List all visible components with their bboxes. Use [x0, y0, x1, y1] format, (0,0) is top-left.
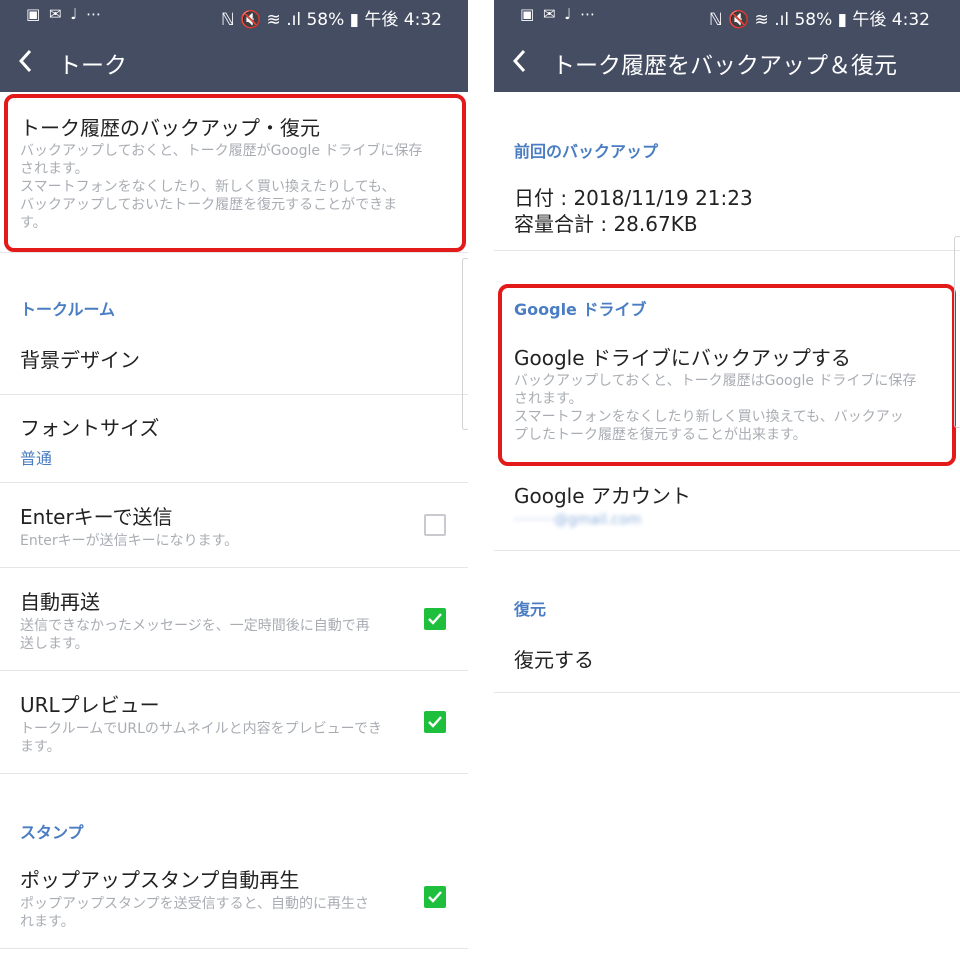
auto-resend-checkbox[interactable]	[424, 608, 446, 630]
section-restore: 復元	[514, 600, 547, 619]
url-preview-label: URLプレビュー	[20, 693, 160, 717]
popup-stamp-item[interactable]: ポップアップスタンプ自動再生 ポップアップスタンプを送受信すると、自動的に再生さ…	[0, 846, 468, 949]
font-size-value: 普通	[20, 449, 53, 468]
background-design-label: 背景デザイン	[20, 348, 140, 372]
font-size-item[interactable]: フォントサイズ 普通	[0, 395, 468, 483]
popup-stamp-label: ポップアップスタンプ自動再生	[20, 868, 300, 892]
restore-label: 復元する	[514, 648, 594, 672]
scroll-indicator	[462, 258, 468, 430]
popup-stamp-desc: ポップアップスタンプを送受信すると、自動的に再生さ れます。	[20, 896, 370, 930]
app-bar: トーク	[0, 32, 468, 92]
auto-resend-label: 自動再送	[20, 590, 100, 614]
url-preview-checkbox[interactable]	[424, 711, 446, 733]
font-size-label: フォントサイズ	[20, 416, 160, 440]
back-arrow-icon[interactable]	[14, 46, 40, 76]
google-account-label: Google アカウント	[514, 484, 691, 508]
google-account-email: ·········@gmail.com	[514, 512, 642, 528]
notification-icons: ▣ ✉ ♩ ⋯	[520, 5, 598, 23]
page-title: トーク	[58, 53, 127, 79]
enter-send-desc: Enterキーが送信キーになります。	[20, 533, 239, 549]
check-icon	[428, 891, 442, 903]
talk-settings-screen: ▣ ✉ ♩ ⋯ ℕ 🔇 ≋ .ıl 58% ▮ 午後 4:32 トーク トーク履…	[0, 0, 468, 960]
page-title: トーク履歴をバックアップ＆復元	[552, 53, 897, 79]
highlight-box	[4, 94, 466, 252]
last-backup-info: 日付 : 2018/11/19 21:23 容量合計 : 28.67KB	[494, 170, 960, 251]
popup-stamp-checkbox[interactable]	[424, 886, 446, 908]
section-talkroom: トークルーム	[20, 300, 116, 319]
enter-send-checkbox[interactable]	[424, 514, 446, 536]
check-icon	[428, 716, 442, 728]
backup-date: 日付 : 2018/11/19 21:23	[514, 186, 753, 210]
status-bar: ▣ ✉ ♩ ⋯ ℕ 🔇 ≋ .ıl 58% ▮ 午後 4:32	[494, 0, 960, 32]
status-right: ℕ 🔇 ≋ .ıl 58% ▮ 午後 4:32	[220, 10, 442, 30]
section-last-backup: 前回のバックアップ	[514, 142, 659, 161]
notification-icons: ▣ ✉ ♩ ⋯	[26, 5, 104, 23]
restore-item[interactable]: 復元する	[494, 626, 960, 693]
enter-send-item[interactable]: Enterキーで送信 Enterキーが送信キーになります。	[0, 483, 468, 568]
url-preview-desc: トークルームでURLのサムネイルと内容をプレビューでき ます。	[20, 721, 382, 755]
status-bar: ▣ ✉ ♩ ⋯ ℕ 🔇 ≋ .ıl 58% ▮ 午後 4:32	[0, 0, 468, 32]
scroll-indicator	[954, 236, 960, 428]
backup-size: 容量合計 : 28.67KB	[514, 212, 698, 236]
status-right: ℕ 🔇 ≋ .ıl 58% ▮ 午後 4:32	[708, 10, 930, 30]
highlight-box	[498, 284, 956, 466]
url-preview-item[interactable]: URLプレビュー トークルームでURLのサムネイルと内容をプレビューでき ます。	[0, 671, 468, 774]
google-account-item[interactable]: Google アカウント ·········@gmail.com	[494, 466, 960, 551]
auto-resend-desc: 送信できなかったメッセージを、一定時間後に自動で再 送します。	[20, 618, 370, 652]
back-arrow-icon[interactable]	[508, 46, 534, 76]
section-stamp: スタンプ	[20, 823, 84, 842]
enter-send-label: Enterキーで送信	[20, 505, 173, 529]
auto-resend-item[interactable]: 自動再送 送信できなかったメッセージを、一定時間後に自動で再 送します。	[0, 568, 468, 671]
app-bar: トーク履歴をバックアップ＆復元	[494, 32, 960, 92]
background-design-item[interactable]: 背景デザイン	[0, 322, 468, 395]
check-icon	[428, 613, 442, 625]
backup-restore-screen: ▣ ✉ ♩ ⋯ ℕ 🔇 ≋ .ıl 58% ▮ 午後 4:32 トーク履歴をバッ…	[494, 0, 960, 960]
